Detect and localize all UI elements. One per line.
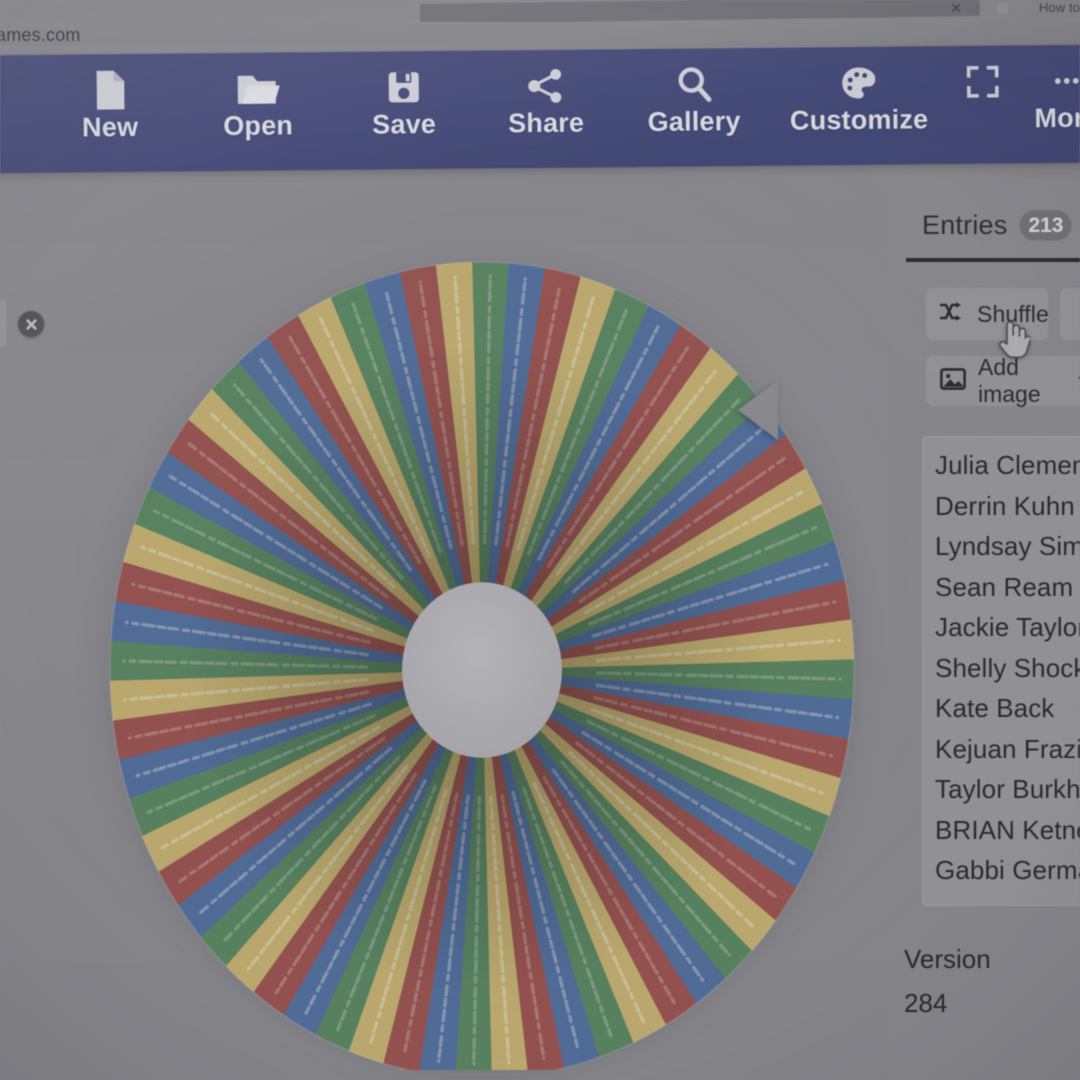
entries-count-badge: 213 [1019, 210, 1073, 241]
tab-entries-label: Entries [922, 210, 1008, 240]
folder-open-icon [236, 67, 280, 111]
fullscreen-icon [966, 60, 1000, 104]
list-item[interactable]: Taylor Burkhold [923, 769, 1080, 810]
wheel-pointer-triangle [738, 380, 778, 440]
toolbar-button-save[interactable]: Save [339, 65, 470, 140]
wheel-graphic[interactable] [102, 250, 862, 1070]
browser-chrome: ✕ How to ames.com [0, 0, 1080, 46]
tab-entries[interactable]: Entries 213 [922, 210, 1073, 241]
toolbar-button-label: Customize [789, 104, 929, 136]
browser-url-bar[interactable]: ames.com [0, 24, 1080, 46]
entries-side-panel: Entries 213 Shuffle Add image Julia Clem… [888, 178, 1080, 1080]
document-icon [93, 68, 127, 112]
toolbar-button-share[interactable]: Share [481, 63, 612, 138]
app-toolbar: New Open Save Share Gallery Customize More [0, 44, 1080, 174]
list-item[interactable]: Jackie Taylor [923, 607, 1080, 648]
toolbar-button-gallery[interactable]: Gallery [629, 62, 760, 137]
list-item[interactable]: Kate Back [923, 688, 1080, 729]
more-icon [1052, 59, 1080, 103]
spin-wheel[interactable] [102, 250, 862, 1070]
list-item[interactable]: Julia Clementz [923, 445, 1080, 486]
list-item[interactable]: Derrin Kuhn [923, 486, 1080, 527]
list-item[interactable]: Shelly Shocken [923, 648, 1080, 689]
left-card-edge [0, 300, 6, 346]
toolbar-button-label: More [1034, 102, 1080, 134]
toolbar-button-label: Share [507, 107, 585, 139]
palette-icon [841, 61, 877, 105]
toolbar-button-more[interactable]: More [1002, 58, 1080, 133]
toolbar-button-new[interactable]: New [45, 68, 176, 143]
toolbar-button-open[interactable]: Open [193, 66, 324, 141]
toolbar-button-label: New [81, 111, 139, 143]
image-icon [940, 366, 966, 397]
list-item[interactable]: Gabbi German [923, 850, 1080, 891]
sort-ascending-button[interactable] [1060, 288, 1080, 340]
version-value: 284 [904, 988, 948, 1018]
entries-list[interactable]: Julia ClementzDerrin KuhnLyndsay SimingS… [922, 436, 1080, 906]
close-circle-icon[interactable] [18, 311, 44, 337]
list-item[interactable]: Kejuan Frazier [923, 729, 1080, 770]
list-item[interactable]: BRIAN Ketner [923, 810, 1080, 851]
share-nodes-icon [527, 64, 565, 108]
list-item-partial[interactable] [923, 891, 1080, 906]
favicon-placeholder-icon [997, 3, 1008, 14]
toolbar-button-customize[interactable]: Customize [790, 60, 928, 136]
wheel-hub[interactable] [402, 582, 562, 758]
tab-active-underline [906, 258, 1080, 262]
toolbar-button-label: Gallery [647, 106, 741, 137]
panel-tab-row: Entries 213 [888, 210, 1080, 266]
version-label: Version [904, 944, 991, 974]
browser-tab-bar: ✕ How to [0, 0, 1080, 22]
toolbar-button-label: Open [223, 110, 294, 142]
toolbar-button-label: Save [372, 109, 437, 140]
magnifier-icon [676, 62, 712, 106]
add-image-label: Add image [978, 354, 1041, 407]
entries-action-row: Shuffle [888, 288, 1080, 342]
shuffle-label: Shuffle [977, 300, 1049, 327]
shuffle-icon [939, 301, 966, 328]
list-item[interactable]: Sean Ream [923, 567, 1080, 608]
url-text: ames.com [0, 25, 81, 45]
shuffle-button[interactable]: Shuffle [926, 288, 1049, 340]
browser-tab-next-label[interactable]: How to [1039, 0, 1080, 15]
tab-divider [976, 2, 977, 15]
browser-tab-active[interactable] [420, 0, 980, 22]
floppy-disk-icon [387, 65, 421, 109]
add-image-button[interactable]: Add image [926, 354, 1080, 407]
list-item[interactable]: Lyndsay Siming [923, 526, 1080, 567]
close-icon[interactable]: ✕ [950, 1, 962, 15]
version-block: Version 284 [904, 938, 1080, 1026]
